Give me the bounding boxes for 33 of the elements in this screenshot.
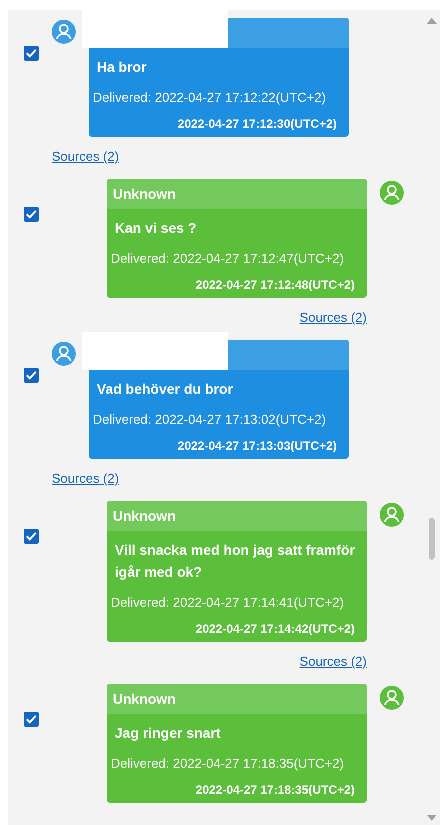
message-checkbox[interactable]	[24, 207, 39, 222]
sources-link[interactable]: Sources (2)	[300, 654, 367, 669]
sender-name: Unknown	[113, 508, 176, 524]
message-checkbox[interactable]	[24, 46, 39, 61]
avatar-icon	[380, 181, 404, 205]
message-checkbox[interactable]	[24, 368, 39, 383]
avatar-icon	[52, 20, 76, 44]
avatar-icon	[380, 503, 404, 527]
message-checkbox[interactable]	[24, 529, 39, 544]
delivered-time: Delivered: 2022-04-27 17:12:22(UTC+2)	[92, 90, 328, 105]
delivered-time: Delivered: 2022-04-27 17:18:35(UTC+2)	[110, 756, 346, 771]
delivered-time: Delivered: 2022-04-27 17:13:02(UTC+2)	[92, 412, 328, 427]
message-text: Kan vi ses ?	[114, 219, 198, 238]
message-text: Ha bror	[96, 58, 148, 77]
message-text: Jag ringer snart	[114, 724, 222, 743]
message-text: Vad behöver du bror	[96, 380, 234, 399]
sources-link[interactable]: Sources (2)	[300, 310, 367, 325]
sender-name: Unknown	[113, 691, 176, 707]
message-timestamp: 2022-04-27 17:14:42(UTC+2)	[194, 622, 356, 636]
avatar-icon	[52, 342, 76, 366]
message-timestamp: 2022-04-27 17:12:48(UTC+2)	[194, 278, 356, 292]
delivered-time: Delivered: 2022-04-27 17:14:41(UTC+2)	[110, 595, 346, 610]
avatar-icon	[380, 686, 404, 710]
message-text: Vill snacka med hon jag satt framför igår med ok?	[114, 541, 356, 582]
message-checkbox[interactable]	[24, 712, 39, 727]
delivered-time: Delivered: 2022-04-27 17:12:47(UTC+2)	[110, 251, 346, 266]
sender-name: Unknown	[113, 186, 176, 202]
message-timestamp: 2022-04-27 17:12:30(UTC+2)	[176, 117, 338, 131]
message-timestamp: 2022-04-27 17:18:35(UTC+2)	[194, 783, 356, 797]
sources-link[interactable]: Sources (2)	[52, 471, 120, 486]
message-timestamp: 2022-04-27 17:13:03(UTC+2)	[176, 439, 338, 453]
scrollbar-thumb[interactable]	[429, 518, 435, 560]
sources-link[interactable]: Sources (2)	[52, 149, 120, 164]
